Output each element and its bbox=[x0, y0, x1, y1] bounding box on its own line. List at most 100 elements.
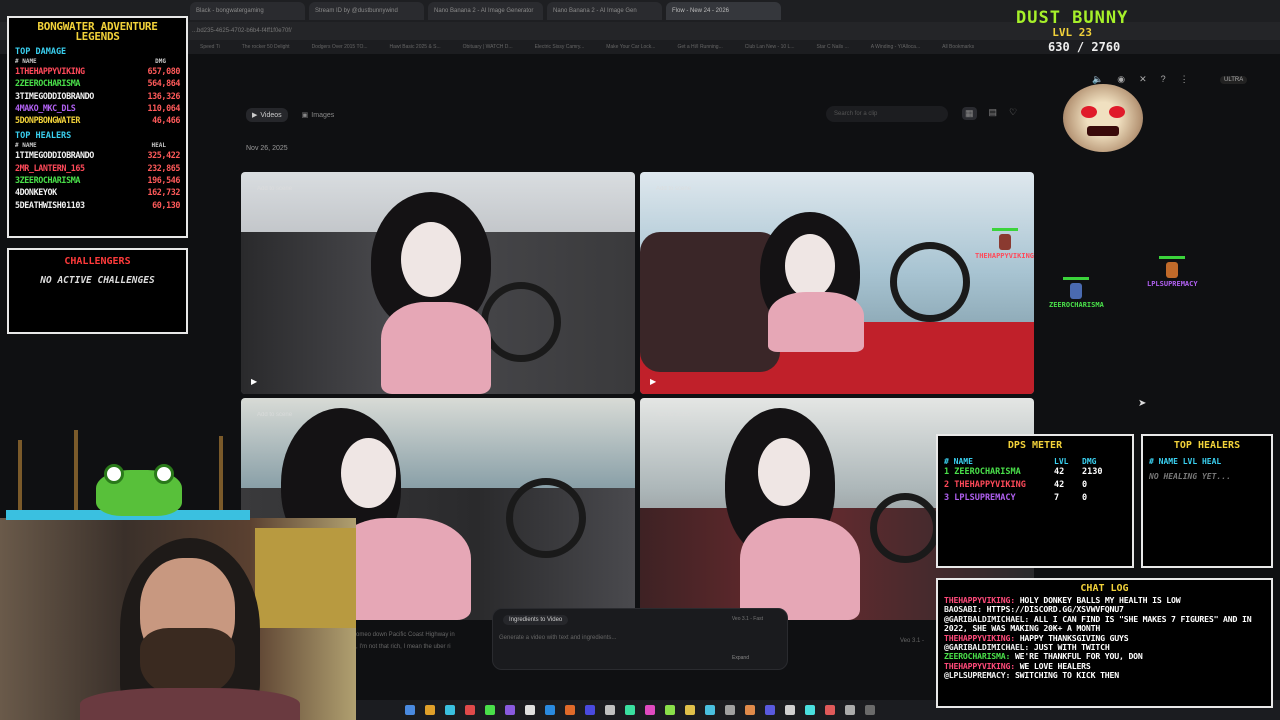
version-label: Veo 3.1 - bbox=[900, 638, 925, 644]
entry-name: 4DONKEYOK bbox=[15, 187, 57, 198]
filter-label: Images bbox=[311, 111, 335, 119]
entry-value: 46,466 bbox=[152, 115, 180, 126]
heal-title: TOP HEALERS bbox=[1173, 440, 1241, 451]
taskbar-app-icon[interactable] bbox=[705, 705, 715, 715]
leaderboard-row: 1TIMEGODDIOBRANDO 325,422 bbox=[15, 149, 180, 161]
play-icon[interactable]: ▶ bbox=[251, 377, 257, 386]
browser-tab[interactable]: Black - bongwatergaming bbox=[190, 2, 305, 20]
clip-search-input[interactable]: Search for a clip bbox=[826, 106, 948, 122]
dps-header: # NAME LVL DMG bbox=[944, 457, 1097, 466]
healers-list: 1TIMEGODDIOBRANDO 325,422 2MR_LANTERN_165 2… bbox=[15, 149, 180, 210]
browser-tab[interactable]: Nano Banana 2 - AI Image Generator bbox=[428, 2, 543, 20]
bookmark-item[interactable]: All Bookmarks bbox=[942, 44, 974, 50]
bookmark-item[interactable]: Hawt Basic 2025 & S... bbox=[390, 44, 441, 50]
bookmark-item[interactable]: Make Your Car Lock... bbox=[606, 44, 655, 50]
add-to-scene-button[interactable]: Add to scene bbox=[257, 412, 292, 418]
leaderboard-row: 3ZEEROCHARISMA 196,546 bbox=[15, 174, 180, 186]
browser-tab[interactable]: Nano Banana 2 - AI Image Gen bbox=[547, 2, 662, 20]
prompt-box[interactable]: Ingredients to Video Veo 3.1 - Fast Gene… bbox=[492, 608, 788, 670]
browser-tab[interactable]: Stream ID by @dustbunnywind bbox=[309, 2, 424, 20]
heal-status: NO HEALING YET... bbox=[1149, 472, 1231, 481]
entry-value: 196,546 bbox=[147, 175, 181, 186]
challengers-panel: CHALLENGERS NO ACTIVE CHALLENGES bbox=[7, 248, 188, 334]
prompt-history-text: , I'm not that rich, I mean the uber ri bbox=[356, 644, 451, 650]
help-icon[interactable]: ? bbox=[1161, 74, 1166, 85]
dps-name: 2 THEHAPPYVIKING bbox=[944, 480, 1026, 490]
entry-value: 60,130 bbox=[152, 199, 180, 210]
play-icon[interactable]: ▶ bbox=[650, 377, 656, 386]
list-view-icon[interactable]: ▤ bbox=[989, 107, 998, 120]
dps-title: DPS METER bbox=[1007, 440, 1063, 451]
video-tile[interactable]: Add to scene ▶ bbox=[640, 172, 1034, 394]
bookmark-item[interactable]: A Winding - Y/Alloca... bbox=[871, 44, 920, 50]
taskbar-app-icon[interactable] bbox=[805, 705, 815, 715]
taskbar-app-icon[interactable] bbox=[605, 705, 615, 715]
player-sprite: ZEEROCHARISMA bbox=[1049, 277, 1104, 309]
taskbar-app-icon[interactable] bbox=[465, 705, 475, 715]
taskbar-app-icon[interactable] bbox=[785, 705, 795, 715]
chat-title: CHAT LOG bbox=[1080, 583, 1129, 594]
prompt-mode-select[interactable]: Ingredients to Video bbox=[503, 615, 569, 625]
media-filter: ▶ Videos ▣ Images bbox=[246, 108, 334, 122]
boss-status: DUST BUNNY LVL 23 630 / 2760 bbox=[1016, 8, 1128, 54]
bookmark-item[interactable]: Obituary | WATCH D... bbox=[463, 44, 513, 50]
taskbar-app-icon[interactable] bbox=[625, 705, 635, 715]
expand-button[interactable]: Expand bbox=[732, 655, 749, 661]
bookmark-item[interactable]: The rocker 50 Delight bbox=[242, 44, 290, 50]
leaderboard-row: 2ZEEROCHARISMA 564,864 bbox=[15, 77, 180, 89]
challengers-title: CHALLENGERS bbox=[64, 256, 131, 267]
filter-tab-images[interactable]: ▣ Images bbox=[302, 108, 335, 122]
taskbar-app-icon[interactable] bbox=[825, 705, 835, 715]
filter-tab-videos[interactable]: ▶ Videos bbox=[246, 108, 288, 122]
chat-user: @LPLSUPREMACY: bbox=[944, 670, 1011, 681]
url-text[interactable]: ...bd235-4625-4702-b6b4-f4ff1f0e70f/ bbox=[192, 28, 292, 34]
top-healers-heading: TOP HEALERS bbox=[15, 131, 72, 142]
prompt-input[interactable]: Generate a video with text and ingredien… bbox=[499, 635, 616, 641]
taskbar-app-icon[interactable] bbox=[565, 705, 575, 715]
taskbar-app-icon[interactable] bbox=[505, 705, 515, 715]
taskbar-app-icon[interactable] bbox=[545, 705, 555, 715]
bookmark-item[interactable]: Club Lan New - 10 L... bbox=[745, 44, 795, 50]
model-select[interactable]: Veo 3.1 - Fast bbox=[732, 616, 763, 622]
entry-value: 657,080 bbox=[147, 66, 181, 76]
leaderboard-title: BONGWATER ADVENTURE LEGENDS bbox=[37, 20, 158, 43]
taskbar-app-icon[interactable] bbox=[425, 705, 435, 715]
taskbar-app-icon[interactable] bbox=[745, 705, 755, 715]
taskbar-app-icon[interactable] bbox=[525, 705, 535, 715]
dps-name: 3 LPLSUPREMACY bbox=[944, 493, 1016, 503]
player-name: THEHAPPYVIKING bbox=[975, 252, 1035, 260]
taskbar-app-icon[interactable] bbox=[585, 705, 595, 715]
bookmark-item[interactable]: Star C Nails ... bbox=[817, 44, 849, 50]
more-icon[interactable]: ⋮ bbox=[1180, 74, 1189, 85]
entry-value: 325,422 bbox=[147, 150, 181, 161]
taskbar-app-icon[interactable] bbox=[685, 705, 695, 715]
taskbar-app-icon[interactable] bbox=[845, 705, 855, 715]
taskbar-app-icon[interactable] bbox=[645, 705, 655, 715]
browser-tab[interactable]: Flow - New 24 - 2026 bbox=[666, 2, 781, 20]
taskbar-app-icon[interactable] bbox=[445, 705, 455, 715]
taskbar-app-icon[interactable] bbox=[865, 705, 875, 715]
frog-sprite bbox=[4, 430, 250, 520]
add-to-scene-button[interactable]: Add to scene bbox=[257, 186, 292, 192]
taskbar-app-icon[interactable] bbox=[405, 705, 415, 715]
bookmark-item[interactable]: Speed Ti bbox=[200, 44, 220, 50]
video-tile[interactable]: Add to scene ▶ bbox=[241, 172, 635, 394]
player-sprite: THEHAPPYVIKING bbox=[975, 228, 1034, 260]
add-to-scene-button[interactable]: Add to scene bbox=[656, 186, 691, 192]
bookmark-item[interactable]: Electric Sissy Camry... bbox=[535, 44, 585, 50]
taskbar-app-icon[interactable] bbox=[485, 705, 495, 715]
add-to-scene-button[interactable]: Add to scene bbox=[656, 412, 691, 418]
dps-meter-panel: DPS METER # NAME LVL DMG 1 ZEEROCHARISMA… bbox=[936, 434, 1134, 568]
dps-list: 1 ZEEROCHARISMA 42 2130 2 THEHAPPYVIKING 42 0… bbox=[944, 466, 1126, 505]
bookmark-item[interactable]: Get a Hi/I Running... bbox=[677, 44, 722, 50]
taskbar-app-icon[interactable] bbox=[765, 705, 775, 715]
taskbar-app-icon[interactable] bbox=[725, 705, 735, 715]
heart-icon[interactable]: ♡ bbox=[1009, 107, 1017, 120]
player-sprite: LPLSUPREMACY bbox=[1147, 256, 1198, 288]
bookmark-item[interactable]: Dodgers Over 2015 TO... bbox=[312, 44, 368, 50]
stream-screen: Black - bongwatergaming Stream ID by @dus… bbox=[0, 0, 1280, 720]
top-healers-panel: TOP HEALERS # NAME LVL HEAL NO HEALING Y… bbox=[1141, 434, 1273, 568]
taskbar-app-icon[interactable] bbox=[665, 705, 675, 715]
leaderboard-row: 5DEATHWISH01103 60,130 bbox=[15, 199, 180, 211]
grid-view-icon[interactable]: ▦ bbox=[962, 107, 977, 120]
